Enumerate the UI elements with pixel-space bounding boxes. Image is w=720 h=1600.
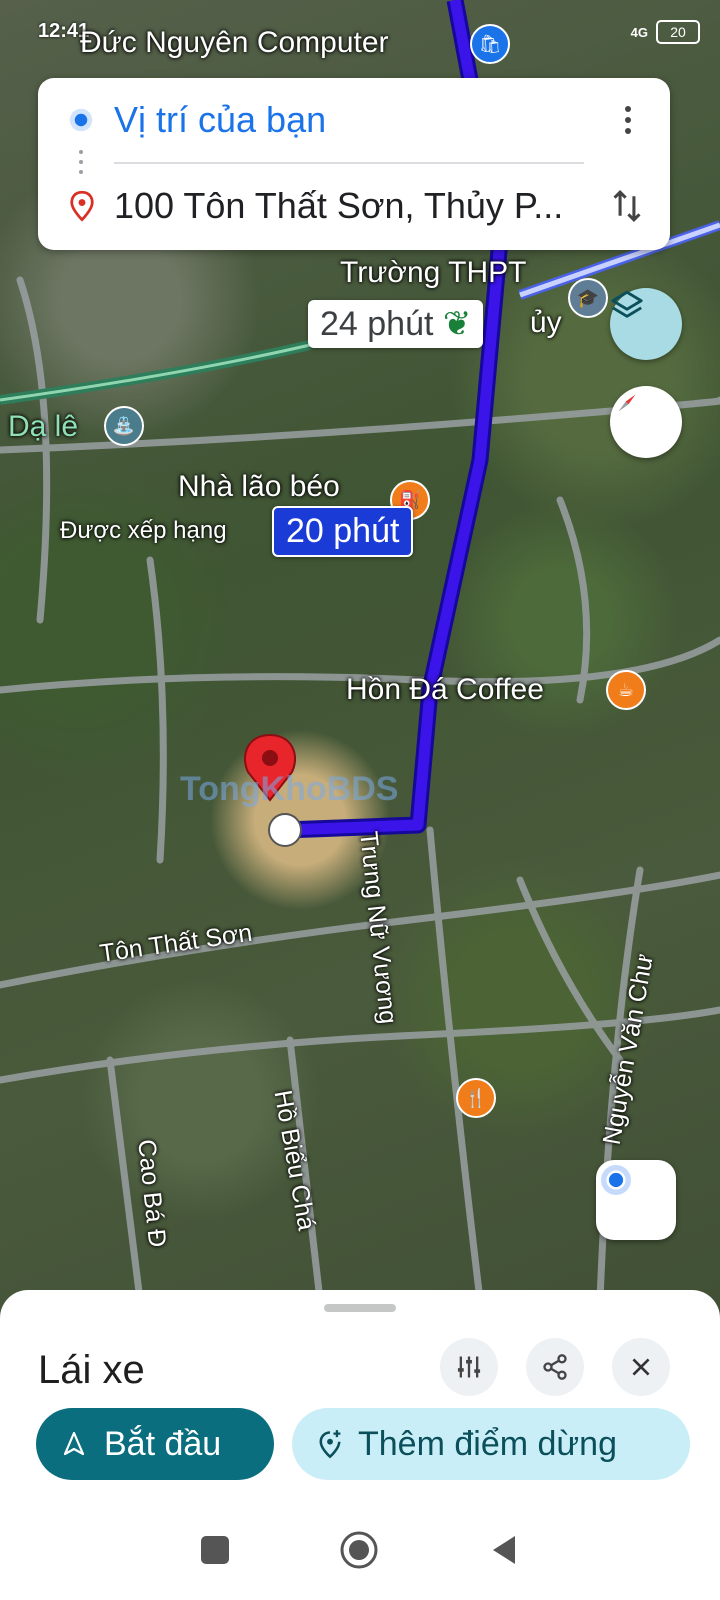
sheet-drag-handle[interactable] bbox=[324, 1304, 396, 1312]
close-icon bbox=[632, 1358, 650, 1376]
layers-button[interactable] bbox=[610, 288, 682, 360]
my-location-icon bbox=[601, 1165, 631, 1195]
destination-field[interactable]: 100 Tôn Thất Sơn, Thủy P... bbox=[114, 185, 594, 227]
place-label-da-le[interactable]: Dạ lê bbox=[8, 410, 78, 444]
place-label-duc-nguyen[interactable]: Đức Nguyên Computer bbox=[80, 26, 389, 60]
shopping-bag-icon[interactable]: 🛍 bbox=[470, 24, 510, 64]
route-time-alternate-label: 24 phút bbox=[320, 305, 434, 343]
coffee-icon[interactable]: ☕ bbox=[606, 670, 646, 710]
destination-row[interactable]: 100 Tôn Thất Sơn, Thủy P... bbox=[38, 166, 670, 246]
origin-dot-icon bbox=[69, 108, 93, 132]
my-location-button[interactable] bbox=[596, 1160, 676, 1240]
home-button[interactable] bbox=[339, 1530, 379, 1570]
layers-icon bbox=[611, 290, 643, 318]
compass-button[interactable] bbox=[610, 386, 682, 458]
restaurant-icon[interactable]: 🍴 bbox=[456, 1078, 496, 1118]
share-icon bbox=[543, 1354, 567, 1380]
bottom-sheet: Lái xe Bắt đầu Thêm điểm dừng bbox=[0, 1290, 720, 1600]
tune-icon bbox=[457, 1356, 481, 1378]
start-button-label: Bắt đầu bbox=[104, 1424, 222, 1463]
compass-icon bbox=[618, 394, 636, 412]
watermark: TongKhoBDS bbox=[180, 770, 399, 808]
place-label-hon-da-coffee[interactable]: Hồn Đá Coffee bbox=[346, 673, 544, 707]
start-navigation-button[interactable]: Bắt đầu bbox=[36, 1408, 274, 1480]
route-time-alternate[interactable]: 24 phút ❦ bbox=[308, 300, 484, 348]
back-button[interactable] bbox=[489, 1534, 519, 1566]
place-label-thuy[interactable]: ủy bbox=[530, 306, 562, 340]
route-time-primary-label: 20 phút bbox=[286, 512, 400, 550]
status-icons: 4G 20 bbox=[631, 20, 700, 44]
origin-row[interactable]: Vị trí của bạn bbox=[38, 80, 670, 160]
route-options-button[interactable] bbox=[440, 1338, 498, 1396]
more-vert-icon[interactable] bbox=[616, 103, 640, 137]
battery-icon: 20 bbox=[656, 20, 700, 44]
share-button[interactable] bbox=[526, 1338, 584, 1396]
directions-card: Vị trí của bạn 100 Tôn Thất Sơn, Thủy P.… bbox=[38, 78, 670, 250]
add-stop-button[interactable]: Thêm điểm dừng bbox=[292, 1408, 690, 1480]
close-button[interactable] bbox=[612, 1338, 670, 1396]
origin-field[interactable]: Vị trí của bạn bbox=[114, 99, 594, 141]
destination-pin-small-icon bbox=[70, 190, 94, 222]
park-icon[interactable]: ⛲ bbox=[104, 406, 144, 446]
place-sublabel-rated: Được xếp hạng bbox=[60, 517, 227, 544]
swap-icon[interactable] bbox=[610, 188, 644, 224]
route-time-primary[interactable]: 20 phút bbox=[272, 506, 414, 557]
eco-leaf-icon: ❦ bbox=[442, 305, 472, 343]
add-location-icon bbox=[319, 1430, 341, 1459]
school-icon[interactable]: 🎓 bbox=[568, 278, 608, 318]
navigation-arrow-icon bbox=[63, 1431, 85, 1456]
system-nav-bar bbox=[0, 1500, 720, 1600]
place-label-truong-thpt[interactable]: Trường THPT bbox=[340, 256, 526, 290]
route-start-dot bbox=[268, 813, 302, 847]
network-type: 4G bbox=[630, 24, 648, 40]
recents-button[interactable] bbox=[201, 1536, 229, 1564]
field-divider bbox=[114, 162, 584, 164]
add-stop-label: Thêm điểm dừng bbox=[358, 1424, 617, 1463]
travel-mode-title: Lái xe bbox=[38, 1348, 145, 1392]
place-label-nha-lao-beo[interactable]: Nhà lão béo bbox=[178, 470, 340, 504]
